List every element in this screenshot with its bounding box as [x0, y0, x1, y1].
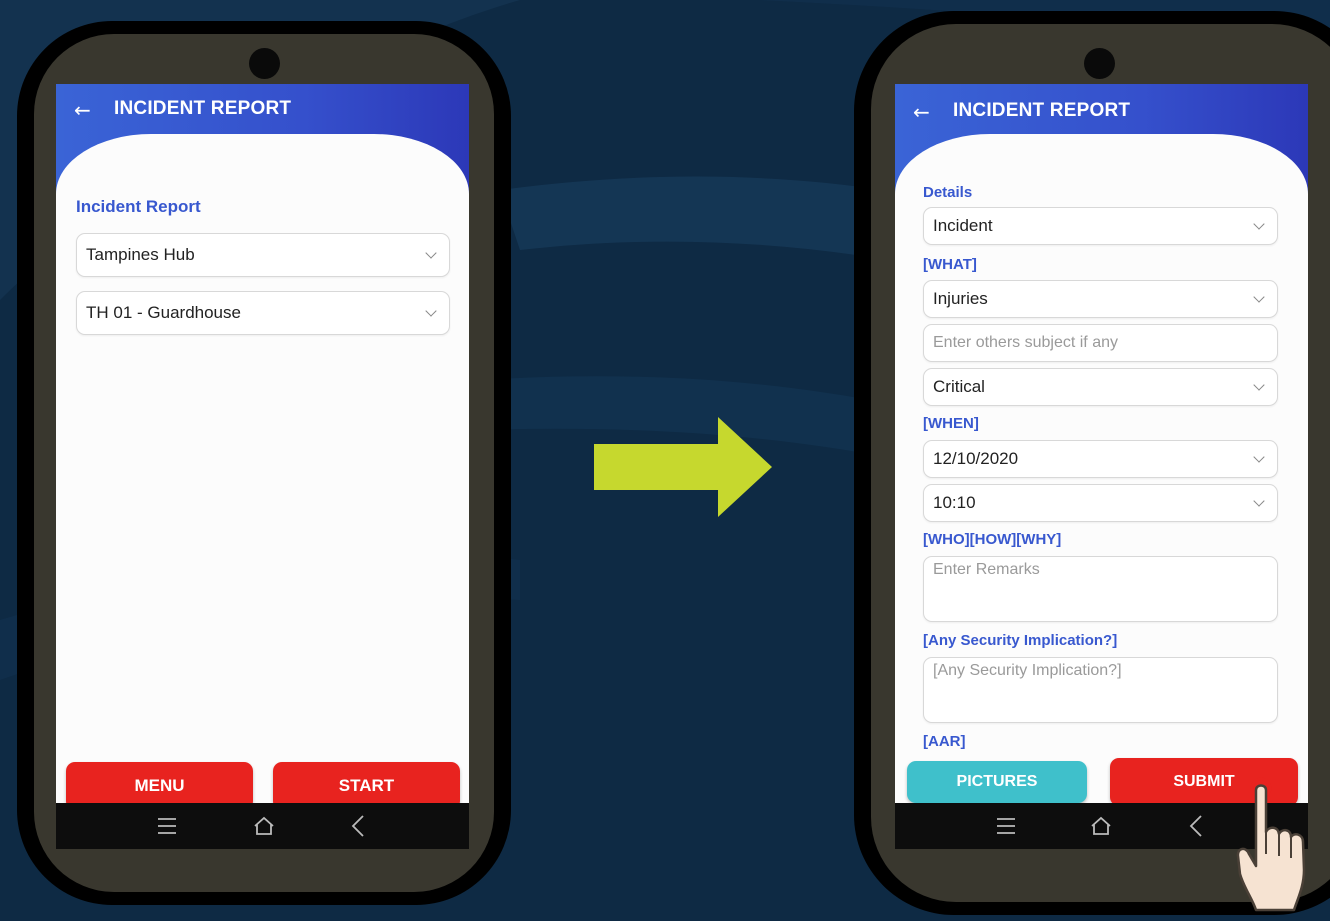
security-implication-placeholder: [Any Security Implication?] [933, 662, 1122, 679]
when-label: [WHEN] [923, 415, 979, 432]
content-card: Details Incident [WHAT] Injuries Enter o… [895, 134, 1308, 803]
site-select-value: Tampines Hub [86, 245, 195, 264]
arrow-left-icon[interactable]: ← [74, 98, 91, 122]
chevron-down-icon [1253, 495, 1265, 507]
location-select[interactable]: TH 01 - Guardhouse [76, 291, 450, 335]
page-title: INCIDENT REPORT [114, 98, 292, 119]
back-chevron-icon[interactable] [348, 814, 368, 838]
what-label: [WHAT] [923, 256, 977, 273]
type-select[interactable]: Incident [923, 207, 1278, 245]
others-subject-input[interactable]: Enter others subject if any [923, 324, 1278, 362]
what-select-value: Injuries [933, 289, 988, 308]
what-select[interactable]: Injuries [923, 280, 1278, 318]
chevron-down-icon [425, 247, 437, 259]
severity-select-value: Critical [933, 377, 985, 396]
location-select-value: TH 01 - Guardhouse [86, 303, 241, 322]
pictures-button[interactable]: PICTURES [907, 761, 1087, 803]
chevron-down-icon [1253, 291, 1265, 303]
camera-icon [1084, 48, 1115, 79]
site-select[interactable]: Tampines Hub [76, 233, 450, 277]
system-navbar [56, 803, 469, 849]
chevron-down-icon [1253, 218, 1265, 230]
home-icon[interactable] [252, 815, 276, 837]
date-select-value: 12/10/2020 [933, 449, 1019, 468]
type-select-value: Incident [933, 216, 993, 235]
home-icon[interactable] [1089, 815, 1113, 837]
arrow-left-icon[interactable]: ← [913, 100, 930, 124]
remarks-placeholder: Enter Remarks [933, 561, 1040, 578]
left-phone: ← INCIDENT REPORT Incident Report Tampin… [14, 18, 514, 908]
others-subject-placeholder: Enter others subject if any [933, 334, 1118, 351]
camera-icon [249, 48, 280, 79]
remarks-textarea[interactable]: Enter Remarks [923, 556, 1278, 622]
security-implication-label: [Any Security Implication?] [923, 632, 1118, 649]
time-select[interactable]: 10:10 [923, 484, 1278, 522]
menu-icon[interactable] [156, 815, 180, 837]
chevron-down-icon [1253, 451, 1265, 463]
severity-select[interactable]: Critical [923, 368, 1278, 406]
content-card: Incident Report Tampines Hub TH 01 - Gua… [56, 134, 469, 803]
left-screen: ← INCIDENT REPORT Incident Report Tampin… [56, 84, 469, 849]
back-chevron-icon[interactable] [1186, 814, 1206, 838]
menu-icon[interactable] [995, 815, 1019, 837]
pointing-hand-icon [1236, 777, 1306, 912]
chevron-down-icon [425, 305, 437, 317]
right-screen: ← INCIDENT REPORT Details Incident [WHAT… [895, 84, 1308, 849]
right-arrow-icon [594, 417, 772, 517]
who-how-why-label: [WHO][HOW][WHY] [923, 531, 1062, 548]
security-implication-textarea[interactable]: [Any Security Implication?] [923, 657, 1278, 723]
time-select-value: 10:10 [933, 493, 976, 512]
details-label: Details [923, 184, 973, 201]
section-title: Incident Report [76, 197, 201, 216]
page-title: INCIDENT REPORT [953, 100, 1131, 121]
aar-label: [AAR] [923, 733, 966, 750]
chevron-down-icon [1253, 379, 1265, 391]
date-select[interactable]: 12/10/2020 [923, 440, 1278, 478]
